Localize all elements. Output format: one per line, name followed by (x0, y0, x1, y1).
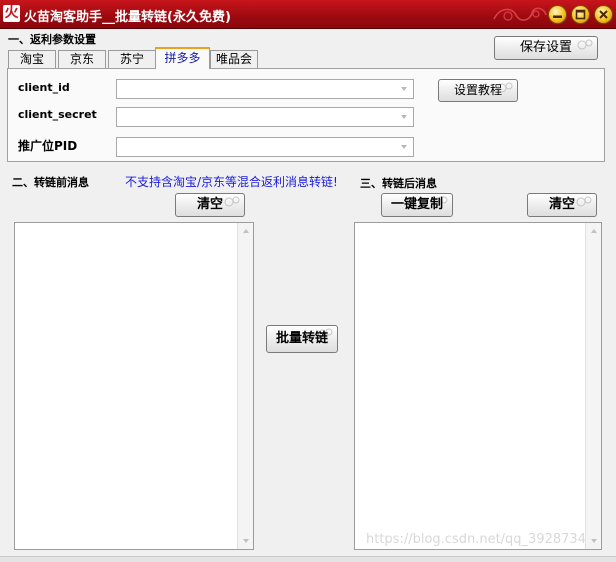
flame-app-icon: 火 (3, 5, 20, 22)
close-icon (599, 10, 608, 19)
scroll-up-arrow-icon[interactable] (241, 227, 251, 235)
input-scrollbar[interactable] (237, 223, 253, 549)
title-bar[interactable]: 火 火苗淘客助手__批量转链(永久免费) (0, 0, 616, 29)
output-message-textarea[interactable] (354, 222, 602, 550)
maximize-icon (575, 9, 586, 20)
setup-tutorial-button[interactable]: 设置教程 (438, 79, 518, 102)
chevron-down-icon[interactable] (397, 82, 411, 96)
clear-output-button[interactable]: 清空 (527, 193, 597, 217)
swirl-decoration-icon (576, 196, 592, 207)
pid-field[interactable] (116, 137, 414, 157)
scroll-down-arrow-icon[interactable] (241, 537, 251, 545)
app-window: 火 火苗淘客助手__批量转链(永久免费) 一、返利参数设置 保存设置 淘宝 京东… (0, 0, 616, 562)
tab-suning[interactable]: 苏宁 (108, 50, 156, 69)
tab-taobao[interactable]: 淘宝 (8, 50, 56, 69)
batch-convert-button[interactable]: 批量转链 (266, 325, 338, 353)
client-id-label: client_id (18, 81, 70, 94)
copy-all-button[interactable]: 一键复制 (381, 193, 453, 217)
section-heading-rebate-settings: 一、返利参数设置 (8, 33, 96, 46)
scroll-down-arrow-icon[interactable] (589, 537, 599, 545)
section-heading-after-convert: 三、转链后消息 (360, 177, 437, 190)
chevron-down-icon[interactable] (397, 110, 411, 124)
output-scrollbar[interactable] (585, 223, 601, 549)
tab-pinduoduo[interactable]: 拼多多 (155, 47, 210, 69)
tab-jingdong[interactable]: 京东 (58, 50, 106, 69)
cloud-swirl-decoration-icon (493, 7, 547, 21)
input-message-textarea[interactable] (14, 222, 254, 550)
swirl-decoration-icon (577, 39, 593, 50)
pid-label: 推广位PID (18, 139, 78, 153)
client-secret-field[interactable] (116, 107, 414, 127)
mixed-rebate-warning: 不支持含淘宝/京东等混合返利消息转链! (125, 175, 338, 189)
scroll-up-arrow-icon[interactable] (589, 227, 599, 235)
chevron-down-icon[interactable] (397, 140, 411, 154)
window-title: 火苗淘客助手__批量转链(永久免费) (24, 10, 231, 25)
window-bottom-edge (0, 556, 616, 562)
save-settings-button[interactable]: 保存设置 (494, 36, 598, 60)
minimize-icon (553, 15, 562, 18)
client-secret-label: client_secret (18, 108, 97, 121)
client-id-field[interactable] (116, 79, 414, 99)
minimize-button[interactable] (548, 5, 567, 24)
tab-vipshop[interactable]: 唯品会 (210, 50, 258, 69)
close-button[interactable] (594, 5, 613, 24)
blog-watermark: https://blog.csdn.net/qq_3928734 (366, 532, 586, 547)
clear-input-button[interactable]: 清空 (175, 193, 245, 217)
section-heading-before-convert: 二、转链前消息 (12, 176, 89, 189)
swirl-decoration-icon (224, 196, 240, 207)
maximize-button[interactable] (571, 5, 590, 24)
